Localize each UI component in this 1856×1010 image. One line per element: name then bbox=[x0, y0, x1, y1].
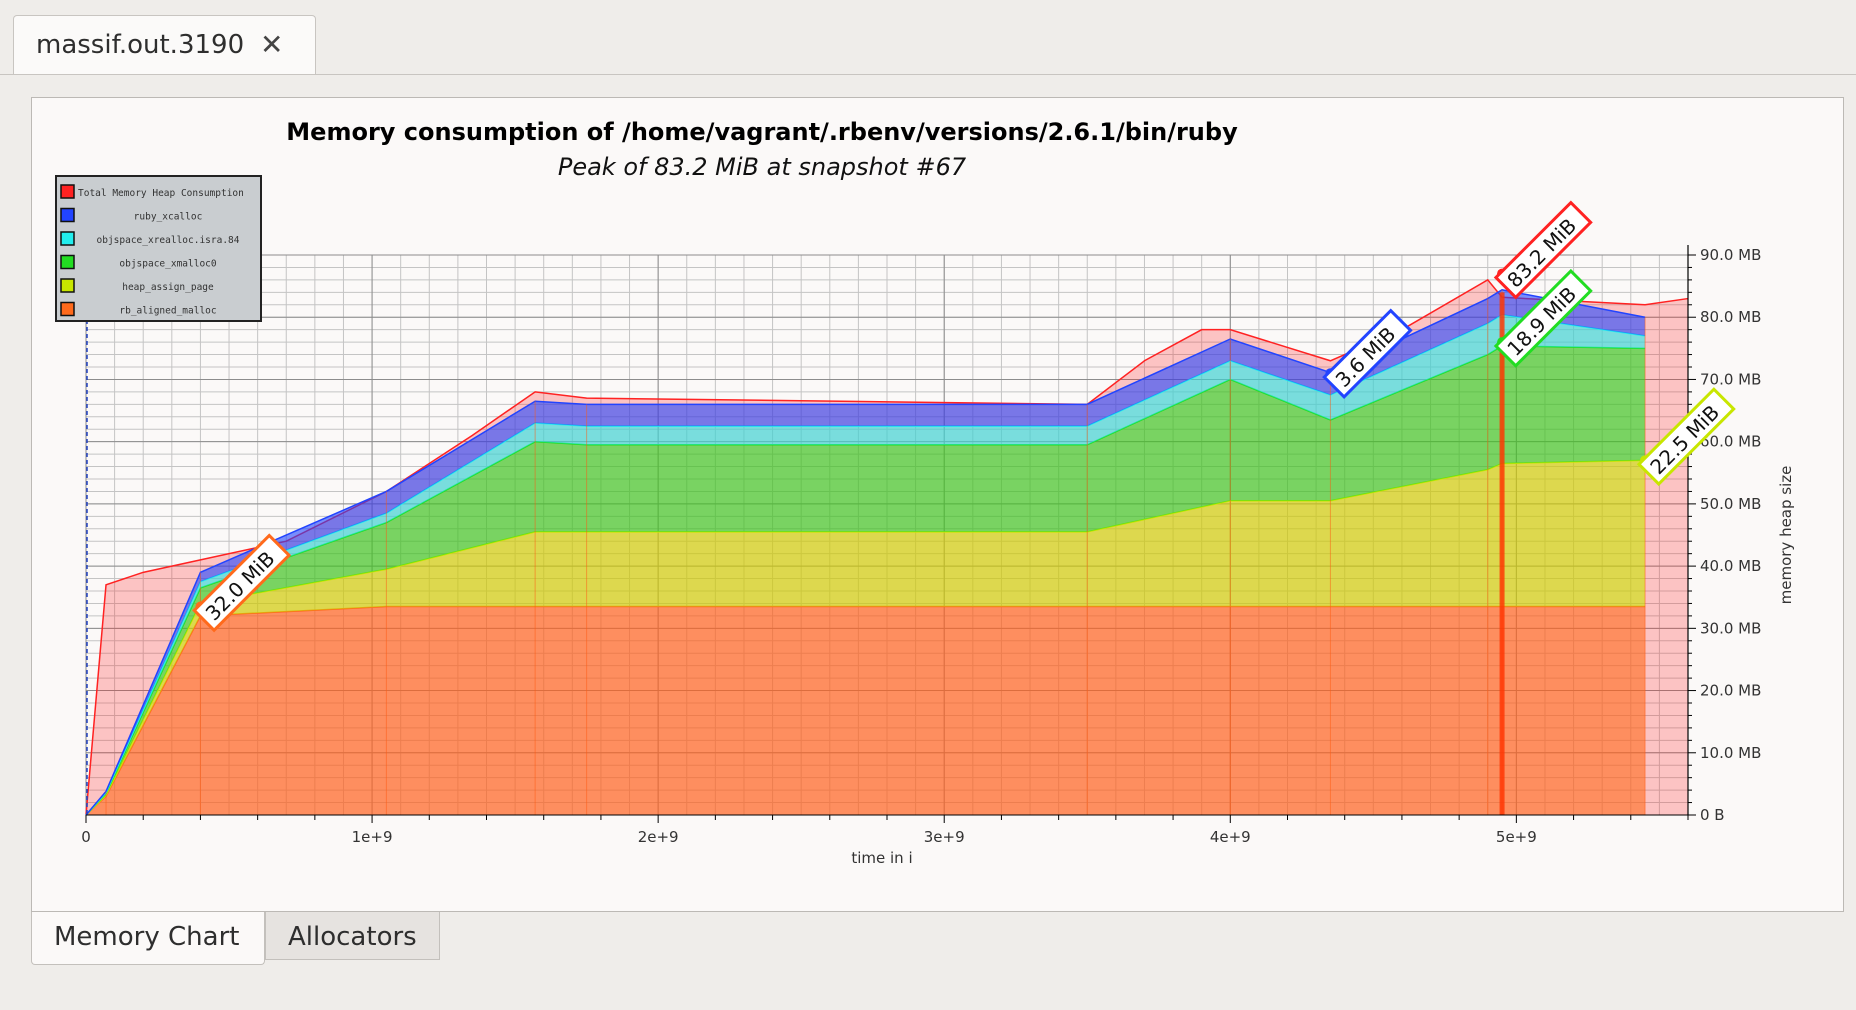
tab-allocators[interactable]: Allocators bbox=[265, 912, 440, 960]
tab-allocators-label: Allocators bbox=[288, 922, 417, 952]
x-tick-label: 0 bbox=[81, 828, 91, 846]
chart-title: Memory consumption of /home/vagrant/.rbe… bbox=[286, 118, 1238, 146]
document-tab-label: massif.out.3190 bbox=[36, 30, 245, 60]
legend-label: rb_aligned_malloc bbox=[119, 306, 216, 317]
y-tick-label: 0 B bbox=[1700, 806, 1725, 824]
x-tick-label: 5e+9 bbox=[1496, 828, 1537, 846]
memory-chart-panel: Memory consumption of /home/vagrant/.rbe… bbox=[31, 97, 1844, 912]
y-tick-label: 70.0 MB bbox=[1700, 370, 1761, 388]
legend-swatch bbox=[60, 207, 75, 223]
memory-chart: Memory consumption of /home/vagrant/.rbe… bbox=[55, 118, 1795, 867]
legend-swatch bbox=[60, 278, 75, 293]
y-tick-label: 20.0 MB bbox=[1700, 682, 1761, 700]
legend-label: heap_assign_page bbox=[122, 282, 214, 293]
legend-swatch bbox=[60, 301, 75, 317]
x-axis-label: time in i bbox=[851, 849, 912, 867]
chart-subtitle: Peak of 83.2 MiB at snapshot #67 bbox=[558, 153, 967, 181]
y-tick-label: 30.0 MB bbox=[1700, 619, 1761, 637]
legend-swatch bbox=[60, 231, 75, 246]
x-tick-label: 4e+9 bbox=[1210, 828, 1251, 846]
y-tick-label: 10.0 MB bbox=[1700, 744, 1761, 762]
tab-bar-divider bbox=[0, 74, 1856, 75]
document-tab-bar: massif.out.3190 ✕ bbox=[0, 0, 1856, 76]
tab-memory-chart[interactable]: Memory Chart bbox=[31, 912, 265, 965]
y-tick-label: 80.0 MB bbox=[1700, 308, 1761, 326]
legend-label: ruby_xcalloc bbox=[134, 212, 203, 223]
y-axis-label: memory heap size bbox=[1777, 466, 1795, 605]
y-tick-label: 50.0 MB bbox=[1700, 495, 1761, 513]
legend-swatch bbox=[60, 184, 75, 199]
x-tick-label: 3e+9 bbox=[924, 828, 965, 846]
series-area bbox=[86, 606, 1646, 815]
legend-label: objspace_xrealloc.isra.84 bbox=[97, 235, 240, 246]
legend-label: Total Memory Heap Consumption bbox=[78, 188, 244, 199]
legend-label: objspace_xmalloc0 bbox=[119, 259, 217, 270]
tab-memory-chart-label: Memory Chart bbox=[54, 922, 240, 952]
x-tick-label: 2e+9 bbox=[638, 828, 679, 846]
legend-swatch bbox=[60, 254, 75, 270]
x-tick-label: 1e+9 bbox=[352, 828, 393, 846]
close-icon[interactable]: ✕ bbox=[260, 28, 283, 61]
document-tab[interactable]: massif.out.3190 ✕ bbox=[13, 15, 316, 75]
y-tick-label: 40.0 MB bbox=[1700, 557, 1761, 575]
y-tick-label: 90.0 MB bbox=[1700, 246, 1761, 264]
